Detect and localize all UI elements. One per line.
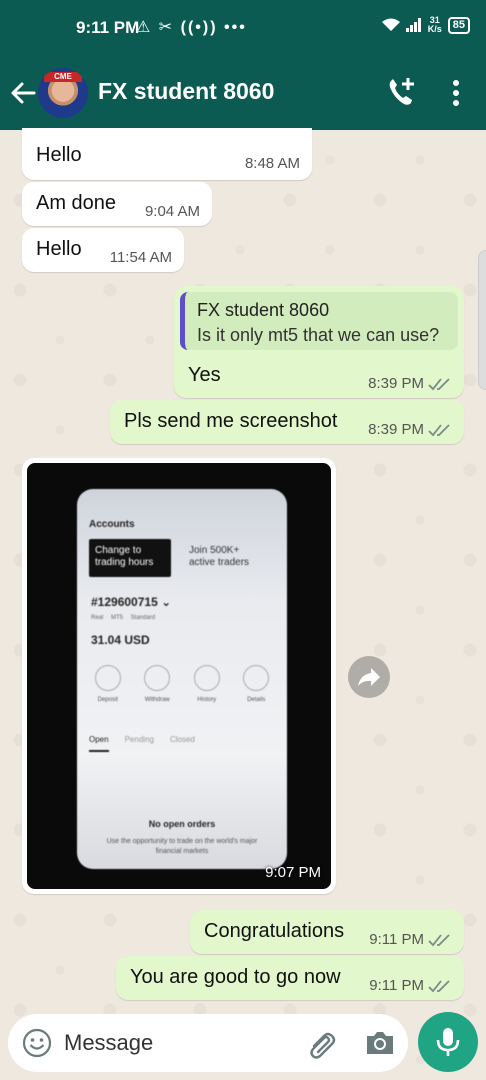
screenshot-image[interactable]: Accounts Change to trading hours Join 50… [27,463,331,889]
forward-icon [358,668,380,686]
message-composer [8,1014,408,1072]
message-time-text: 8:39 PM [368,421,424,438]
message-time: 9:07 PM [265,864,321,881]
photo-action-label: Deposit [97,697,118,703]
message-text: You are good to go now [130,966,341,988]
message-time: 9:11 PM [369,977,452,994]
emoji-icon[interactable] [22,1028,52,1058]
photo-promo-card: Change to trading hours [89,539,171,577]
photo-action-label: History [197,697,217,703]
message-time: 8:39 PM [368,421,452,438]
back-arrow-icon[interactable] [10,78,36,108]
message-outgoing[interactable]: Pls send me screenshot 8:39 PM [110,400,464,444]
photo-action: Deposit [87,665,129,703]
message-incoming[interactable]: Hello 8:48 AM [22,128,312,180]
message-time-text: 11:54 AM [109,249,172,266]
photo-phone-screen: Accounts Change to trading hours Join 50… [77,489,287,869]
photo-promo-card: Join 500K+ active traders [189,545,250,568]
forward-button[interactable] [348,656,390,698]
photo-balance: 31.04 USD [91,633,150,647]
photo-action-label: Withdraw [144,697,170,703]
message-time: 8:48 AM [245,155,300,172]
message-time: 9:11 PM [369,931,452,948]
contact-avatar[interactable]: CME [38,68,88,118]
quoted-message[interactable]: FX student 8060 Is it only mt5 that we c… [180,292,458,350]
photo-tabs: Open Pending Closed [89,735,195,752]
message-incoming[interactable]: Hello 11:54 AM [22,228,184,272]
photo-empty-text: Use the opportunity to trade on the worl… [106,838,258,855]
more-options-icon[interactable] [446,78,466,108]
message-outgoing[interactable]: Congratulations 9:11 PM [190,910,464,954]
photo-tab: Closed [169,735,195,744]
message-outgoing[interactable]: You are good to go now 9:11 PM [116,956,464,1000]
message-text: Pls send me screenshot [124,410,338,432]
quoted-sender: FX student 8060 [197,300,330,320]
message-text: Yes [188,364,221,386]
battery-icon: 85 [447,16,470,34]
photo-accounts-title: Accounts [89,519,135,530]
photo-action: Withdraw [136,665,178,703]
read-ticks-icon [428,377,450,390]
add-call-icon[interactable] [386,76,416,108]
message-incoming[interactable]: Am done 9:04 AM [22,182,212,226]
voice-record-button[interactable] [418,1012,478,1072]
avatar-logo: CME [44,72,82,82]
attach-icon[interactable] [306,1028,338,1060]
photo-action: History [186,665,228,703]
message-time-text: 9:11 PM [369,931,424,948]
status-bar: 9:11 PM ⚠ ✂ ((•)) ••• 31 K/s 85 [0,0,486,58]
quoted-text: Is it only mt5 that we can use? [197,325,440,345]
read-ticks-icon [428,979,450,992]
photo-action-row: Deposit Withdraw History Details [83,665,281,703]
message-text: Hello [36,144,82,166]
photo-account-type: Real MT5 Standard [91,615,156,621]
status-right-group: 31 K/s 85 [381,16,470,34]
status-notification-icons: ⚠ ✂ ((•)) ••• [136,19,247,36]
signal-icon [405,18,421,32]
photo-tab: Pending [124,735,154,744]
message-time-text: 9:04 AM [144,203,200,220]
network-speed: 31 K/s [428,16,442,34]
microphone-icon [436,1028,460,1056]
message-time: 11:54 AM [110,249,172,266]
chat-header: CME FX student 8060 [0,58,486,130]
message-time-text: 8:39 PM [368,375,424,392]
read-ticks-icon [428,933,450,946]
photo-action-label: Details [247,697,266,703]
read-ticks-icon [428,423,450,436]
message-time: 8:39 PM [368,375,452,392]
network-speed-unit: K/s [427,24,442,34]
message-time-text: 8:48 AM [244,155,300,172]
message-outgoing-reply[interactable]: FX student 8060 Is it only mt5 that we c… [174,286,464,398]
message-time-text: 9:11 PM [369,977,424,994]
photo-empty-title: No open orders [148,819,216,829]
contact-name[interactable]: FX student 8060 [98,78,274,105]
status-time: 9:11 PM [76,18,140,37]
photo-action: Details [235,665,277,703]
message-text: Congratulations [204,920,345,942]
message-time: 9:04 AM [145,203,200,220]
scroll-handle[interactable] [478,250,486,390]
camera-icon[interactable] [364,1028,396,1058]
message-incoming-photo[interactable]: Accounts Change to trading hours Join 50… [22,458,336,894]
wifi-icon [381,18,400,31]
photo-tab: Open [89,735,109,752]
message-text: Hello [36,238,82,260]
photo-account-number: #129600715 ⌄ [91,595,172,609]
message-text: Am done [36,192,117,214]
message-input[interactable] [64,1026,284,1060]
